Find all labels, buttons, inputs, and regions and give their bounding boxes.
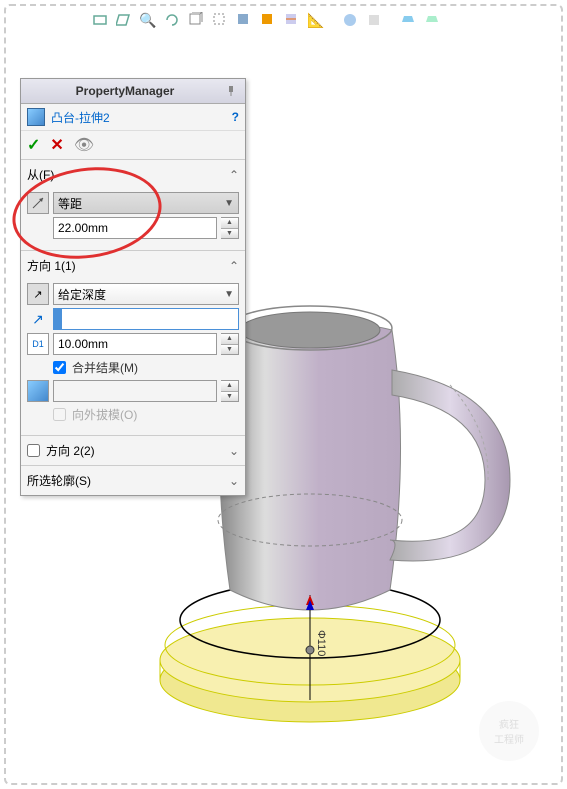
spinner-up-icon[interactable]: ▲ bbox=[221, 218, 238, 229]
cancel-button[interactable]: ✕ bbox=[50, 135, 63, 155]
chevron-up-icon: ⌃ bbox=[229, 168, 239, 182]
view-icon[interactable] bbox=[90, 10, 110, 30]
spinner-down-icon[interactable]: ▼ bbox=[221, 345, 238, 355]
pm-header: PropertyManager bbox=[21, 79, 245, 104]
offset-plane-icon[interactable] bbox=[27, 192, 49, 214]
direction-arrow-icon[interactable]: ↗ bbox=[27, 311, 49, 328]
from-condition-dropdown[interactable]: 等距 ▼ bbox=[53, 192, 239, 214]
chevron-down-icon: ⌄ bbox=[229, 474, 239, 488]
spinner-up-icon[interactable]: ▲ bbox=[221, 334, 238, 345]
contours-section: 所选轮廓(S) ⌄ bbox=[21, 465, 245, 495]
appearance-icon[interactable] bbox=[340, 10, 360, 30]
contours-label: 所选轮廓(S) bbox=[27, 472, 91, 489]
render2-icon[interactable] bbox=[422, 10, 442, 30]
direction1-section: 方向 1(1) ⌃ ↗ 给定深度 ▼ ↗ D1 10.00mm bbox=[21, 250, 245, 435]
from-section: 从(F) ⌃ 等距 ▼ 22.00mm ▲ ▼ bbox=[21, 159, 245, 250]
extrude-icon bbox=[27, 108, 45, 126]
dir1-header[interactable]: 方向 1(1) ⌃ bbox=[27, 255, 239, 276]
preview-button[interactable]: 👁 bbox=[74, 135, 94, 155]
feature-name: 凸台-拉伸2 bbox=[51, 109, 226, 126]
watermark-line1: 疯狂 bbox=[499, 716, 519, 731]
chevron-down-icon: ⌄ bbox=[229, 444, 239, 458]
section-icon[interactable] bbox=[282, 10, 302, 30]
from-offset-value: 22.00mm bbox=[58, 221, 108, 235]
direction2-section: 方向 2(2) ⌄ bbox=[21, 435, 245, 465]
measure-icon[interactable]: 📐 bbox=[306, 10, 326, 30]
from-label: 从(F) bbox=[27, 166, 54, 183]
chevron-up-icon: ⌃ bbox=[229, 259, 239, 273]
dropdown-arrow-icon: ▼ bbox=[224, 289, 234, 300]
draft-angle-input[interactable] bbox=[53, 380, 217, 402]
dir2-checkbox[interactable] bbox=[27, 444, 40, 457]
draft-icon[interactable] bbox=[27, 380, 49, 402]
shaded-icon[interactable] bbox=[234, 10, 254, 30]
from-condition-value: 等距 bbox=[58, 195, 82, 212]
render-icon[interactable] bbox=[398, 10, 418, 30]
shadow-icon[interactable] bbox=[258, 10, 278, 30]
draft-outward-label: 向外拔模(O) bbox=[72, 406, 137, 423]
direction-reference-input[interactable] bbox=[53, 308, 239, 330]
dir1-label: 方向 1(1) bbox=[27, 257, 76, 274]
ok-button[interactable]: ✓ bbox=[27, 135, 40, 155]
spinner-up-icon[interactable]: ▲ bbox=[221, 381, 238, 392]
depth-d1-icon[interactable]: D1 bbox=[27, 333, 49, 355]
depth-spinner[interactable]: ▲ ▼ bbox=[221, 333, 239, 355]
merge-result-row: 合并结果(M) bbox=[53, 359, 239, 376]
wireframe-icon[interactable] bbox=[186, 10, 206, 30]
help-icon[interactable]: ? bbox=[232, 110, 239, 124]
zoom-icon[interactable]: 🔍 bbox=[138, 10, 158, 30]
view-icon[interactable] bbox=[114, 10, 134, 30]
dir2-header[interactable]: 方向 2(2) ⌄ bbox=[27, 440, 239, 461]
draft-spinner[interactable]: ▲ ▼ bbox=[221, 380, 239, 402]
merge-result-checkbox[interactable] bbox=[53, 361, 66, 374]
from-header[interactable]: 从(F) ⌃ bbox=[27, 164, 239, 185]
watermark: 疯狂 工程师 bbox=[479, 701, 539, 761]
action-row: ✓ ✕ 👁 bbox=[21, 131, 245, 159]
draft-outward-checkbox bbox=[53, 408, 66, 421]
spinner-down-icon[interactable]: ▼ bbox=[221, 229, 238, 239]
view-toolbar: 🔍 📐 bbox=[90, 8, 557, 32]
watermark-line2: 工程师 bbox=[494, 731, 524, 746]
dir2-label: 方向 2(2) bbox=[46, 442, 95, 459]
from-offset-input[interactable]: 22.00mm bbox=[53, 217, 217, 239]
selection-indicator bbox=[54, 309, 62, 329]
draft-outward-row: 向外拔模(O) bbox=[53, 406, 239, 423]
depth-value: 10.00mm bbox=[58, 337, 108, 351]
depth-input[interactable]: 10.00mm bbox=[53, 333, 217, 355]
merge-result-label: 合并结果(M) bbox=[72, 359, 138, 376]
svg-text:Φ110: Φ110 bbox=[315, 630, 327, 656]
hidden-lines-icon[interactable] bbox=[210, 10, 230, 30]
spinner-down-icon[interactable]: ▼ bbox=[221, 392, 238, 402]
end-condition-value: 给定深度 bbox=[58, 286, 106, 303]
pm-title: PropertyManager bbox=[27, 84, 223, 98]
end-condition-dropdown[interactable]: 给定深度 ▼ bbox=[53, 283, 239, 305]
pin-icon[interactable] bbox=[223, 83, 239, 99]
feature-title-row: 凸台-拉伸2 ? bbox=[21, 104, 245, 131]
reverse-direction-icon[interactable]: ↗ bbox=[27, 283, 49, 305]
contours-header[interactable]: 所选轮廓(S) ⌄ bbox=[27, 470, 239, 491]
scene-icon[interactable] bbox=[364, 10, 384, 30]
rebuild-icon[interactable] bbox=[162, 10, 182, 30]
dropdown-arrow-icon: ▼ bbox=[224, 198, 234, 209]
property-manager-panel: PropertyManager 凸台-拉伸2 ? ✓ ✕ 👁 从(F) ⌃ 等距… bbox=[20, 78, 246, 496]
offset-spinner[interactable]: ▲ ▼ bbox=[221, 217, 239, 239]
